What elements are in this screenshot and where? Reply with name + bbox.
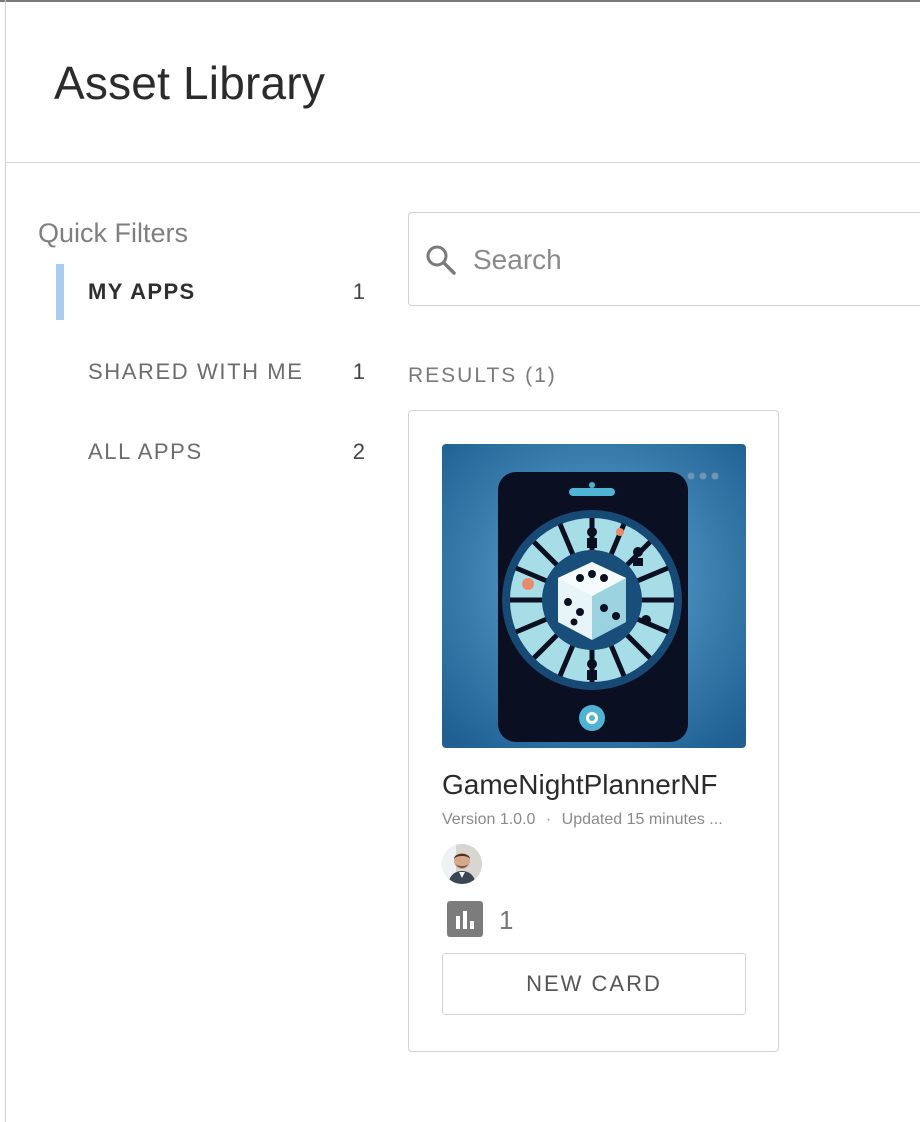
stats-count: 1 [499, 905, 514, 935]
filter-count: 1 [352, 359, 365, 384]
filter-count: 1 [352, 279, 365, 304]
app-thumbnail[interactable] [442, 444, 746, 748]
top-border [0, 0, 920, 2]
search-box[interactable] [408, 212, 920, 306]
filter-shared-with-me[interactable]: SHARED WITH ME 1 [56, 344, 371, 400]
app-name[interactable]: GameNightPlannerNF [442, 769, 717, 801]
dice-icon [442, 444, 746, 748]
new-card-button[interactable]: NEW CARD [442, 953, 746, 1015]
quick-filters-heading: Quick Filters [38, 218, 189, 248]
page-title: Asset Library [54, 57, 326, 109]
active-filter-indicator [56, 264, 64, 320]
left-border [5, 0, 6, 1122]
search-input[interactable] [471, 237, 875, 283]
version-label: Version [442, 811, 496, 828]
filter-count: 2 [352, 439, 365, 464]
filter-all-apps[interactable]: ALL APPS 2 [56, 424, 371, 480]
avatar[interactable] [442, 844, 482, 884]
filter-label: ALL APPS [88, 439, 203, 464]
results-heading: RESULTS (1) [408, 364, 557, 387]
filter-my-apps[interactable]: MY APPS 1 [56, 264, 371, 320]
more-options-icon[interactable] [687, 472, 719, 480]
filter-label: MY APPS [88, 279, 196, 304]
header-divider [5, 162, 920, 163]
app-card[interactable]: GameNightPlannerNF Version 1.0.0 · Updat… [408, 410, 779, 1052]
search-icon [426, 245, 456, 275]
meta-separator: · [545, 811, 552, 828]
filter-label: SHARED WITH ME [88, 359, 304, 384]
updated-text: Updated 15 minutes ... [561, 811, 723, 828]
app-meta: Version 1.0.0 · Updated 15 minutes ... [442, 811, 723, 829]
stats-icon [447, 901, 483, 937]
version-value: 1.0.0 [499, 811, 536, 828]
